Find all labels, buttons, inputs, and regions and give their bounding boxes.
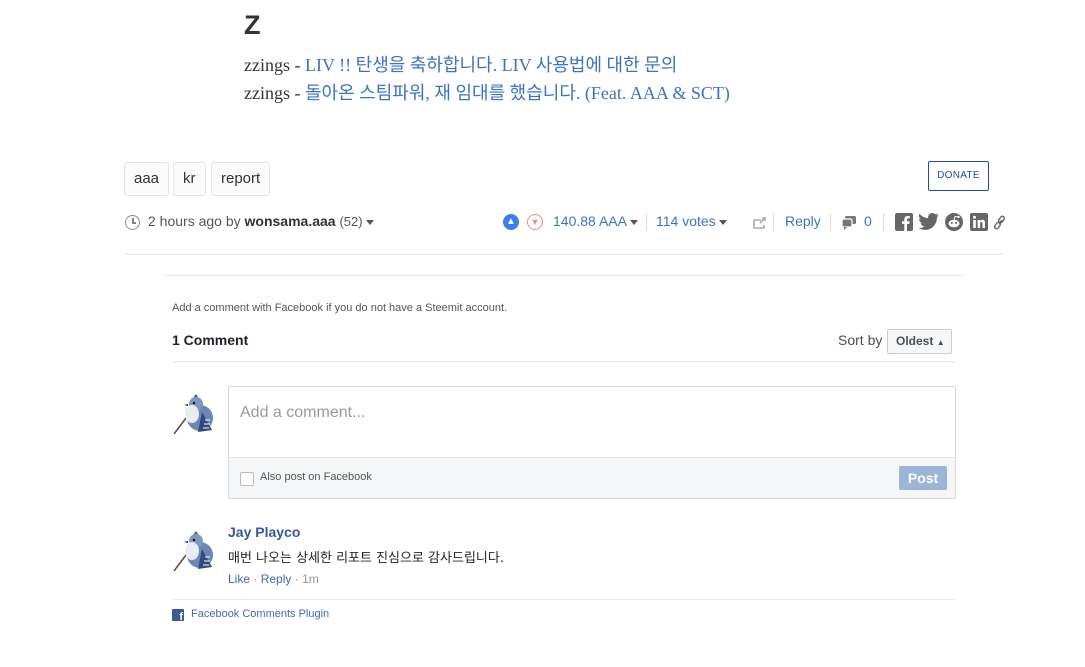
tag-kr[interactable]: kr	[173, 162, 206, 196]
fb-notice: Add a comment with Facebook if you do no…	[172, 302, 508, 314]
divider	[172, 599, 956, 600]
comment-text: 매번 나오는 상세한 리포트 진심으로 감사드립니다.	[228, 551, 504, 566]
payout-value: 140.88 AAA	[553, 213, 627, 229]
twitter-icon[interactable]	[919, 213, 939, 230]
reply-link[interactable]: Reply	[785, 213, 821, 229]
related-post-line: zzings - 돌아온 스팀파워, 재 임대를 했습니다. (Feat. AA…	[244, 79, 730, 105]
payout-dropdown[interactable]: 140.88 AAA	[553, 213, 638, 229]
composer-footer: Also post on Facebook Post	[229, 457, 955, 498]
divider	[164, 275, 964, 276]
downvote-icon[interactable]: ▼	[527, 214, 543, 230]
tag-report[interactable]: report	[211, 162, 271, 196]
divider	[646, 213, 647, 231]
divider	[773, 213, 774, 231]
related-post-line: zzings - LIV !! 탄생을 축하합니다. LIV 사용법에 대한 문…	[244, 51, 677, 77]
related-post-link[interactable]: LIV !! 탄생을 축하합니다. LIV 사용법에 대한 문의	[305, 55, 677, 75]
post-author[interactable]: wonsama.aaa	[245, 213, 336, 229]
divider	[883, 213, 884, 231]
sort-value: Oldest	[896, 334, 934, 348]
facebook-icon[interactable]	[895, 213, 913, 231]
linkedin-icon[interactable]	[970, 213, 988, 231]
avatar	[172, 390, 216, 435]
chevron-down-icon	[629, 219, 638, 225]
donate-button[interactable]: DONATE	[928, 161, 989, 191]
comment-count-label: 1 Comment	[172, 332, 249, 348]
chevron-down-icon	[718, 219, 727, 225]
author-reputation: (52)	[339, 214, 363, 229]
post-heading: Z	[244, 10, 261, 40]
action-separator: ·	[294, 572, 299, 586]
tag-aaa[interactable]: aaa	[124, 162, 170, 196]
fb-plugin-link[interactable]: Facebook Comments Plugin	[191, 608, 329, 620]
divider	[124, 254, 1004, 255]
comments-icon[interactable]	[841, 215, 857, 235]
comment-count[interactable]: 0	[864, 213, 872, 229]
related-post-link[interactable]: 돌아온 스팀파워, 재 임대를 했습니다. (Feat. AAA & SCT)	[305, 83, 730, 103]
comment-time[interactable]: 1m	[302, 572, 319, 586]
comment-composer: Add a comment... Also post on Facebook P…	[228, 386, 956, 499]
post-info: 2 hours ago by wonsama.aaa (52)	[148, 213, 374, 229]
comment-input[interactable]: Add a comment...	[240, 404, 365, 422]
chevron-down-icon[interactable]	[365, 219, 374, 225]
commenter-name[interactable]: Jay Playco	[228, 524, 300, 540]
votes-count: 114 votes	[656, 213, 716, 229]
reblog-icon[interactable]	[752, 216, 767, 234]
sort-arrows-icon: ▲︎	[936, 338, 945, 347]
divider	[172, 361, 956, 362]
votes-dropdown[interactable]: 114 votes	[656, 213, 727, 229]
related-post-author: zzings -	[244, 55, 301, 75]
facebook-icon: f	[172, 609, 184, 623]
divider	[830, 213, 831, 231]
avatar	[172, 527, 216, 572]
also-post-label[interactable]: Also post on Facebook	[260, 471, 372, 483]
clock-icon	[125, 215, 140, 230]
link-icon[interactable]	[994, 215, 1006, 230]
sort-select[interactable]: Oldest ▲︎	[887, 329, 952, 354]
post-button[interactable]: Post	[899, 466, 947, 490]
action-separator: ·	[253, 572, 258, 586]
post-time: 2 hours ago by	[148, 213, 241, 229]
related-post-author: zzings -	[244, 83, 301, 103]
like-link[interactable]: Like	[228, 572, 250, 586]
comment-actions: Like · Reply · 1m	[228, 572, 319, 586]
sort-label: Sort by	[838, 332, 883, 348]
also-post-checkbox[interactable]	[240, 472, 254, 486]
reply-comment-link[interactable]: Reply	[261, 572, 292, 586]
upvote-icon[interactable]: ▲	[503, 214, 519, 230]
reddit-icon[interactable]	[945, 213, 963, 231]
